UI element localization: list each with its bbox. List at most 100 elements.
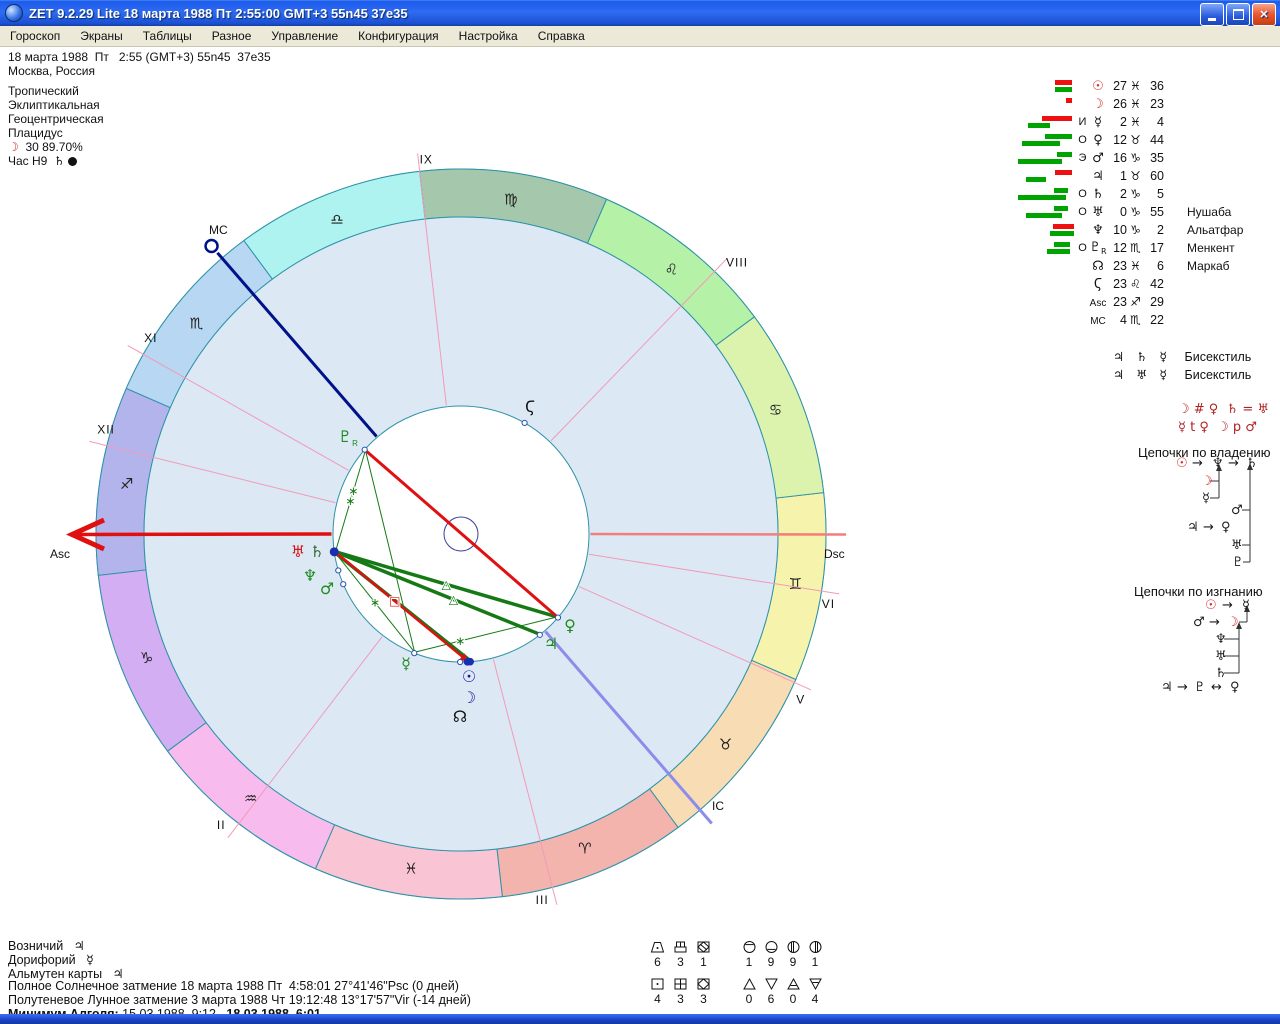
moon-marker	[464, 658, 472, 666]
chain-symbol: ☽	[1201, 475, 1213, 488]
node-marker	[458, 659, 463, 664]
lilith-marker	[522, 420, 527, 425]
fixed-star-name: Нушаба	[1187, 205, 1231, 219]
dsc-label: Dsc	[824, 547, 845, 561]
chain-symbol: ☽	[1227, 616, 1239, 629]
tri-down-line-icon	[808, 976, 823, 992]
planet-row[interactable]: O♄2♑5	[1014, 185, 1280, 203]
stat-value: 3	[677, 992, 684, 1005]
aspect-marker: ∗	[345, 494, 355, 508]
grid-square-icon	[673, 976, 688, 992]
degree-value: 26	[1107, 97, 1127, 111]
jupiter-icon: ♃	[113, 966, 124, 981]
degree-value: 4	[1107, 313, 1127, 327]
chain-symbol: ♆	[1215, 633, 1227, 646]
planet-glyph: ♀	[1089, 133, 1107, 148]
lilith-glyph: Ϛ	[525, 397, 535, 416]
asc-label: Asc	[50, 547, 70, 561]
chain-symbol: →	[1192, 457, 1203, 470]
sign-glyph: ♏	[1127, 241, 1144, 255]
stat-value: 0	[746, 992, 753, 1005]
planet-row[interactable]: Asc23♐29	[1014, 293, 1280, 311]
strength-bar	[1045, 134, 1072, 139]
venus-glyph: ♀	[564, 616, 576, 635]
planet-row[interactable]: ♃1♉60	[1014, 167, 1280, 185]
planet-row[interactable]: ☉27♓36	[1014, 77, 1280, 95]
sun-glyph: ☉	[462, 667, 476, 686]
house-label-XI: XI	[144, 331, 157, 345]
minor-aspect-row: ☽ # ♀ ♄ = ♅	[1178, 402, 1269, 417]
mars-marker	[341, 582, 346, 587]
chain-symbol: →	[1203, 521, 1214, 534]
asc-axis-line	[76, 534, 332, 535]
zodiac-sign-aquarius: ♒	[244, 790, 257, 808]
stat-value: 3	[677, 955, 684, 968]
planet-row[interactable]: ☽26♓23	[1014, 95, 1280, 113]
uranus-glyph: ♅	[291, 542, 305, 561]
dignity-letter: И	[1076, 116, 1089, 128]
strength-bar	[1026, 177, 1046, 182]
circle-bottom-icon	[764, 939, 779, 955]
planet-row[interactable]: O♇R12♏17Менкент	[1014, 239, 1280, 257]
minute-value: 23	[1144, 97, 1164, 111]
minute-value: 36	[1144, 79, 1164, 93]
planet-row[interactable]: O♀12♉44	[1014, 131, 1280, 149]
minute-value: 4	[1144, 115, 1164, 129]
planet-row[interactable]: Ϛ23♌42	[1014, 275, 1280, 293]
zodiac-sign-leo: ♌	[665, 260, 678, 278]
sign-glyph: ♓	[1127, 259, 1144, 273]
planet-glyph: ☊	[1089, 259, 1107, 274]
planet-glyph: ♇R	[1089, 240, 1107, 256]
circle-right-icon	[808, 939, 823, 955]
planet-glyph: ♂	[1089, 151, 1107, 166]
minute-value: 2	[1144, 223, 1164, 237]
node-glyph: ☊	[453, 707, 467, 726]
stat-value: 1	[700, 955, 707, 968]
planet-row[interactable]: И☿2♓4	[1014, 113, 1280, 131]
minute-value: 44	[1144, 133, 1164, 147]
planet-glyph: Ϛ	[1089, 277, 1107, 292]
aspect-marker: △	[449, 592, 459, 606]
aspect-marker: ∗	[370, 596, 380, 610]
minute-value: 42	[1144, 277, 1164, 291]
stat-value: 4	[654, 992, 661, 1005]
chain-symbol: ♆	[1212, 457, 1224, 470]
mercury-glyph: ☿	[401, 654, 411, 673]
lunar-eclipse-row: Полутеневое Лунное затмение 3 марта 1988…	[8, 994, 471, 1008]
sign-glyph: ♏	[1127, 313, 1144, 327]
fixed-star-name: Альатфар	[1187, 223, 1243, 237]
zodiac-sign-gemini: ♊	[789, 575, 802, 593]
solar-eclipse-row: Полное Солнечное затмение 18 марта 1988 …	[8, 980, 471, 994]
strength-bar	[1026, 213, 1062, 218]
aspect-config-row: ♃ ♅ ☿ Бисекстиль	[1113, 367, 1251, 382]
zodiac-sign-pisces: ♓	[404, 859, 417, 877]
planet-glyph: ♅	[1089, 205, 1107, 220]
chain-symbol: →	[1177, 681, 1188, 694]
planet-row[interactable]: O♅0♑55Нушаба	[1014, 203, 1280, 221]
dot-square-icon	[650, 976, 665, 992]
mercury-icon: ☿	[86, 952, 94, 967]
zodiac-sign-aries: ♈	[578, 839, 591, 857]
chain-symbol: ♅	[1231, 539, 1243, 552]
stat-value: 4	[812, 992, 819, 1005]
chain-symbol: ☿	[1202, 492, 1210, 505]
stat-value: 0	[790, 992, 797, 1005]
planet-glyph: ☿	[1089, 115, 1107, 130]
planet-row[interactable]: MC4♏22	[1014, 311, 1280, 329]
chain-symbol: →	[1228, 457, 1239, 470]
planet-row[interactable]: ♆10♑2Альатфар	[1014, 221, 1280, 239]
planet-row[interactable]: Э♂16♑35	[1014, 149, 1280, 167]
house-label-II: II	[217, 818, 226, 832]
planet-row[interactable]: ☊23♓6Маркаб	[1014, 257, 1280, 275]
degree-value: 2	[1107, 115, 1127, 129]
degree-value: 10	[1107, 223, 1127, 237]
dignity-letter: O	[1076, 134, 1089, 146]
degree-value: 23	[1107, 277, 1127, 291]
jupiter-icon: ♃	[74, 938, 85, 953]
sign-glyph: ♑	[1127, 223, 1144, 237]
trapezoid-dot-icon	[650, 939, 665, 955]
exile-chains-title: Цепочки по изгнанию	[1134, 584, 1263, 599]
zodiac-sign-capricorn: ♑	[140, 649, 153, 667]
zodiac-sign-scorpio: ♏	[190, 315, 204, 333]
planet-glyph: ♄	[1089, 187, 1107, 202]
